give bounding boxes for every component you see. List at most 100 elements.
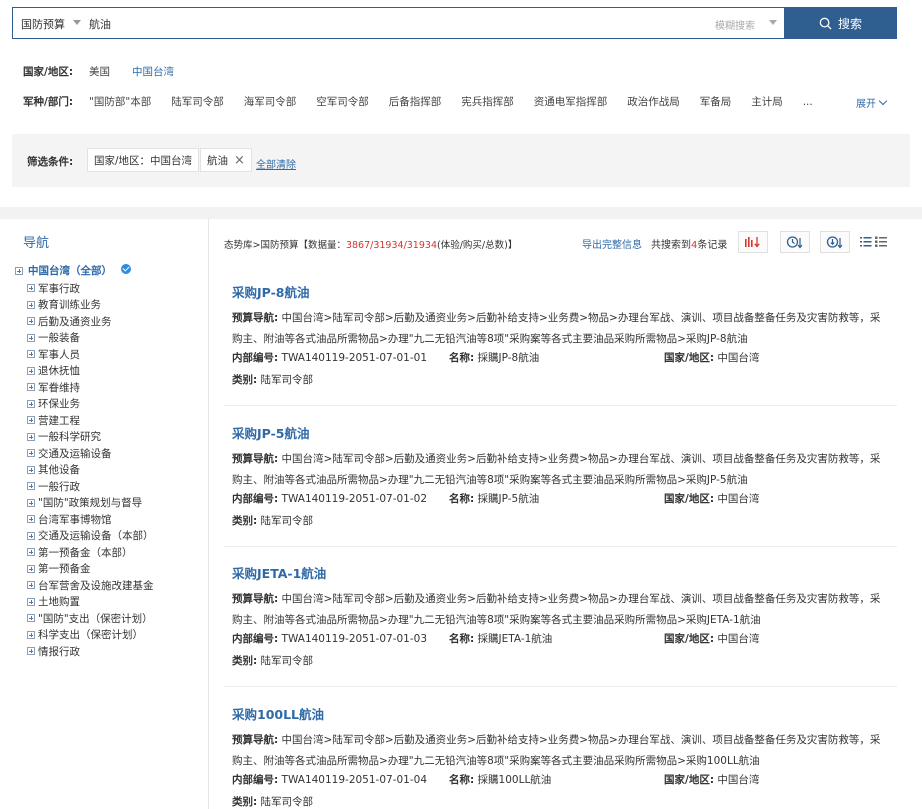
tree-item[interactable]: 台湾军事博物馆: [27, 511, 154, 528]
dept-option[interactable]: 主计局: [751, 94, 783, 109]
tree-item[interactable]: 其他设备: [27, 462, 154, 479]
nav-title: 导航: [23, 236, 50, 251]
total-prefix: 共搜索到: [651, 240, 691, 251]
tree-item-label: 第一预备金: [38, 563, 91, 576]
tree-item[interactable]: 台军营舍及设施改建基金: [27, 577, 154, 594]
tree-item[interactable]: "国防"政策规划与督导: [27, 495, 154, 512]
tree-item[interactable]: 情报行政: [27, 643, 154, 660]
expand-tree-icon[interactable]: [27, 449, 35, 458]
record-title[interactable]: 采购JETA-1航油: [232, 563, 326, 582]
expand-tree-icon[interactable]: [27, 531, 35, 540]
expand-tree-icon[interactable]: [27, 383, 35, 392]
dept-option[interactable]: 海军司令部: [244, 94, 297, 109]
dept-option[interactable]: 资通电军指挥部: [534, 94, 608, 109]
tree-item[interactable]: 军眷维持: [27, 379, 154, 396]
tree-item-label: 土地购置: [38, 596, 80, 609]
tree-item[interactable]: 营建工程: [27, 412, 154, 429]
tree-item[interactable]: "国防"支出（保密计划）: [27, 610, 154, 627]
expand-tree-icon[interactable]: [27, 515, 35, 524]
sort-relevance-button[interactable]: [738, 231, 768, 253]
data-count: 3867/31934/31934: [345, 240, 437, 251]
tree-item[interactable]: 第一预备金（本部）: [27, 544, 154, 561]
tree-item[interactable]: 一般科学研究: [27, 429, 154, 446]
dept-option[interactable]: 宪兵指挥部: [461, 94, 514, 109]
expand-tree-icon[interactable]: [27, 333, 35, 342]
expand-tree-icon[interactable]: [27, 317, 35, 326]
tree-root[interactable]: 中国台湾（全部）: [15, 263, 131, 278]
clear-all-link[interactable]: 全部清除: [256, 156, 296, 171]
expand-tree-icon[interactable]: [27, 614, 35, 623]
caret-down-icon[interactable]: [73, 20, 81, 25]
search-scope-select[interactable]: 国防预算: [21, 16, 65, 32]
expand-tree-icon[interactable]: [27, 399, 35, 408]
list-view-icon[interactable]: [860, 236, 872, 247]
tree-item[interactable]: 军事行政: [27, 280, 154, 297]
expand-tree-icon[interactable]: [27, 482, 35, 491]
record-title[interactable]: 采购JP-5航油: [232, 423, 309, 442]
record-name: 名称: 採購JETA-1航油: [449, 631, 552, 646]
expand-tree-icon[interactable]: [27, 350, 35, 359]
close-icon[interactable]: ×: [234, 154, 245, 167]
expand-tree-icon[interactable]: [27, 366, 35, 375]
record-code-value: TWA140119-2051-07-01-03: [281, 633, 427, 645]
field-label: 名称:: [449, 633, 475, 645]
expand-tree-icon[interactable]: [27, 564, 35, 573]
tree-item[interactable]: 一般行政: [27, 478, 154, 495]
expand-tree-icon[interactable]: [27, 597, 35, 606]
result-record: 采购100LL航油 预算导航: 中国台湾>陆军司令部>后勤及通资业务>后勤补给支…: [224, 704, 897, 809]
expand-tree-icon[interactable]: [27, 498, 35, 507]
expand-tree-icon[interactable]: [27, 630, 35, 639]
tree-item[interactable]: 教育训练业务: [27, 297, 154, 314]
expand-tree-icon[interactable]: [15, 266, 23, 275]
condition-chip-country[interactable]: 国家/地区：中国台湾: [87, 148, 200, 172]
dept-option[interactable]: 后备指挥部: [389, 94, 442, 109]
dept-option[interactable]: "国防部"本部: [89, 94, 151, 109]
expand-tree-icon[interactable]: [27, 647, 35, 656]
expand-tree-icon[interactable]: [27, 548, 35, 557]
country-option-taiwan[interactable]: 中国台湾: [132, 64, 174, 79]
tree-item[interactable]: 土地购置: [27, 594, 154, 611]
tree-item[interactable]: 一般装备: [27, 330, 154, 347]
field-label: 国家/地区:: [664, 493, 715, 505]
tree-item[interactable]: 军事人员: [27, 346, 154, 363]
tree-item[interactable]: 后勤及通资业务: [27, 313, 154, 330]
caret-down-icon[interactable]: [769, 20, 777, 25]
expand-tree-icon[interactable]: [27, 300, 35, 309]
tree-item[interactable]: 交通及运输设备: [27, 445, 154, 462]
dept-option[interactable]: 陆军司令部: [171, 94, 224, 109]
tree-item-label: 其他设备: [38, 464, 80, 477]
tree-item[interactable]: 退休抚恤: [27, 363, 154, 380]
sort-time-button[interactable]: [780, 231, 810, 253]
result-record: 采购JETA-1航油 预算导航: 中国台湾>陆军司令部>后勤及通资业务>后勤补给…: [224, 563, 897, 687]
dept-option[interactable]: 政治作战局: [627, 94, 680, 109]
record-title[interactable]: 采购100LL航油: [232, 704, 324, 723]
record-code: 内部编号: TWA140119-2051-07-01-02: [232, 491, 427, 506]
record-code-value: TWA140119-2051-07-01-01: [281, 352, 427, 364]
expand-tree-icon[interactable]: [27, 284, 35, 293]
expand-tree-icon[interactable]: [27, 465, 35, 474]
expand-tree-icon[interactable]: [27, 416, 35, 425]
detail-view-icon[interactable]: [875, 236, 887, 247]
search-button[interactable]: 搜索: [784, 7, 897, 39]
tree-item[interactable]: 环保业务: [27, 396, 154, 413]
sort-download-button[interactable]: [820, 231, 850, 253]
tree-item[interactable]: 科学支出（保密计划）: [27, 627, 154, 644]
expand-tree-icon[interactable]: [27, 432, 35, 441]
field-label: 名称:: [449, 352, 475, 364]
country-option-usa[interactable]: 美国: [89, 64, 110, 79]
record-nav: 预算导航: 中国台湾>陆军司令部>后勤及通资业务>后勤补给支持>业务费>物品>办…: [232, 449, 884, 491]
dept-option[interactable]: 空军司令部: [316, 94, 369, 109]
tree-item[interactable]: 第一预备金: [27, 561, 154, 578]
expand-label: 展开: [856, 99, 876, 110]
record-title[interactable]: 采购JP-8航油: [232, 282, 309, 301]
condition-chip-keyword[interactable]: 航油 ×: [200, 148, 252, 172]
expand-tree-icon[interactable]: [27, 581, 35, 590]
expand-button[interactable]: 展开: [856, 95, 888, 110]
search-icon: [819, 17, 832, 30]
tree-item[interactable]: 交通及运输设备（本部）: [27, 528, 154, 545]
dept-option[interactable]: 军备局: [700, 94, 732, 109]
download-sort-icon: [826, 236, 843, 249]
search-mode-select[interactable]: 模糊搜索: [715, 17, 755, 32]
search-input[interactable]: 航油: [89, 16, 111, 32]
export-link[interactable]: 导出完整信息: [582, 236, 642, 251]
